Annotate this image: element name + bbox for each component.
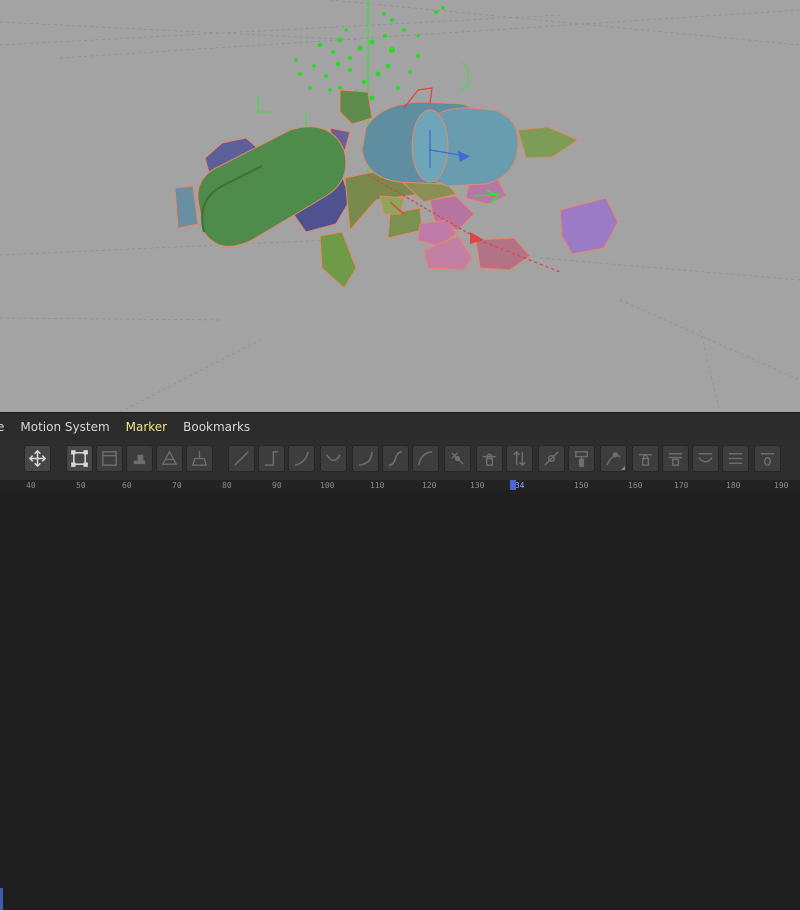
- keyframe-snap-button[interactable]: [600, 445, 627, 472]
- submenu-corner-icon: [621, 466, 625, 470]
- menu-item-motion-system[interactable]: Motion System: [12, 420, 117, 434]
- move-tool-icon: [28, 449, 47, 468]
- ease-out-curve-button[interactable]: [352, 445, 379, 472]
- linear-interpolation-button[interactable]: [228, 445, 255, 472]
- s-curve-icon: [388, 451, 403, 466]
- overshoot-icon: [728, 453, 743, 464]
- break-tangent-button[interactable]: [444, 445, 471, 472]
- step-interpolation-button[interactable]: [258, 445, 285, 472]
- linear-interpolation-icon: [234, 451, 249, 466]
- stamp-icon: [133, 454, 146, 465]
- ease-in-icon: [294, 451, 309, 466]
- ruler-tick-label: 150: [574, 481, 589, 490]
- ruler-tick-label: 70: [172, 481, 182, 490]
- tangent-lock-icon: [482, 453, 497, 466]
- clamp-icon: [698, 453, 713, 463]
- ruler-tick-label: 110: [370, 481, 385, 490]
- playhead-marker[interactable]: [510, 480, 516, 490]
- menu-item-marker[interactable]: Marker: [118, 420, 175, 434]
- timeline-menubar: e Motion System Marker Bookmarks: [0, 412, 800, 441]
- stamp-button[interactable]: [126, 445, 153, 472]
- ruler-tick-label: 180: [726, 481, 741, 490]
- step-interpolation-icon: [264, 451, 279, 466]
- ease-curve-button[interactable]: [412, 445, 439, 472]
- unify-tangent-button[interactable]: [538, 445, 565, 472]
- ease-curve-icon: [418, 451, 433, 466]
- broom-button[interactable]: [186, 445, 213, 472]
- zero-value-icon: [760, 453, 775, 466]
- film-strip-icon: [102, 451, 117, 466]
- frame-selected-button[interactable]: [66, 445, 93, 472]
- dip-curve-icon: [326, 454, 341, 462]
- teal-capsule-2: [411, 107, 519, 187]
- ruler-tick-label: 40: [26, 481, 36, 490]
- tangent-up-down-button[interactable]: [506, 445, 533, 472]
- ruler-tick-label: 160: [628, 481, 643, 490]
- ruler-tick-label: 80: [222, 481, 232, 490]
- lock-range-icon: [668, 453, 683, 466]
- break-tangent-icon: [451, 452, 464, 465]
- ruler-tick-label: 170: [674, 481, 689, 490]
- unify-tangent-icon: [544, 451, 559, 466]
- tangent-up-down-icon: [513, 450, 526, 467]
- ruler-tick-label: 190: [774, 481, 789, 490]
- dip-curve-button[interactable]: [320, 445, 347, 472]
- timeline-toolbar: [0, 440, 800, 910]
- frame-selected-icon: [71, 450, 88, 467]
- s-curve-button[interactable]: [382, 445, 409, 472]
- menu-item-bookmarks[interactable]: Bookmarks: [175, 420, 258, 434]
- menu-item-truncated[interactable]: e: [0, 420, 12, 434]
- ruler-tick-label: 50: [76, 481, 86, 490]
- ruler-tick-label: 90: [272, 481, 282, 490]
- 3d-viewport[interactable]: [0, 0, 800, 412]
- paint-roller-button[interactable]: [568, 445, 595, 472]
- ease-out-curve-icon: [358, 451, 373, 466]
- ease-in-button[interactable]: [288, 445, 315, 472]
- zero-value-button[interactable]: [754, 445, 781, 472]
- lock-keys-button[interactable]: [632, 445, 659, 472]
- move-tool-button[interactable]: [24, 445, 51, 472]
- viewport-scene: [0, 0, 800, 412]
- timeline-ruler[interactable]: 40 50 60 70 80 90 100 110 120 130 134 150 160 170 180 1…: [0, 480, 800, 490]
- ruler-tick-label: 120: [422, 481, 437, 490]
- lock-range-button[interactable]: [662, 445, 689, 472]
- lock-keys-icon: [638, 453, 653, 466]
- ruler-tick-label: 60: [122, 481, 132, 490]
- overshoot-button[interactable]: [722, 445, 749, 472]
- triangle-group-icon: [161, 450, 178, 465]
- paint-roller-icon: [575, 451, 588, 467]
- ruler-tick-label: 100: [320, 481, 335, 490]
- broom-icon: [191, 450, 208, 466]
- clamp-button[interactable]: [692, 445, 719, 472]
- triangle-group-button[interactable]: [156, 445, 183, 472]
- film-strip-button[interactable]: [96, 445, 123, 472]
- ruler-tick-label: 130: [470, 481, 485, 490]
- tangent-lock-button[interactable]: [476, 445, 503, 472]
- left-accent-bar: [0, 888, 3, 910]
